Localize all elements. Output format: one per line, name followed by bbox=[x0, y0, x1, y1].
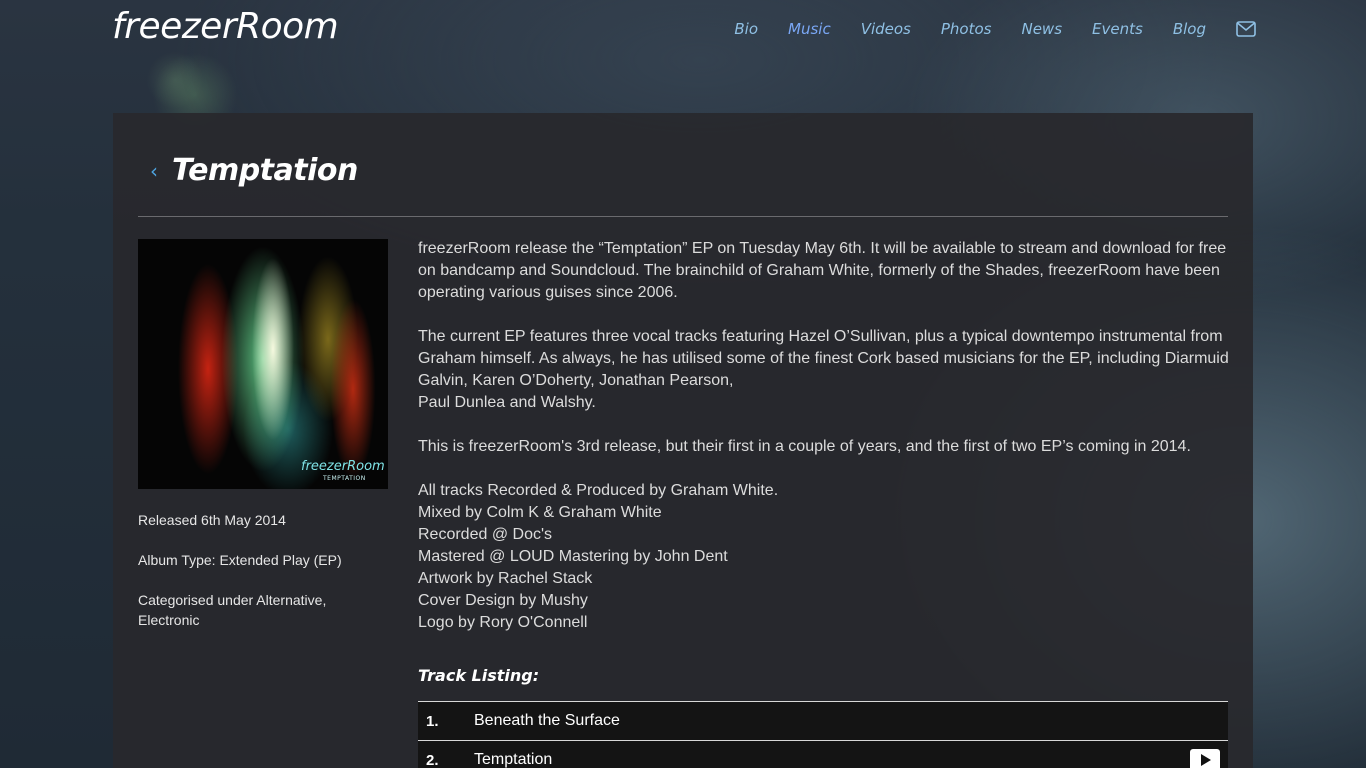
nav-videos[interactable]: Videos bbox=[861, 20, 911, 38]
credit-line: Mixed by Colm K & Graham White bbox=[418, 504, 662, 521]
nav-photos[interactable]: Photos bbox=[941, 20, 992, 38]
cover-subtitle: TEMPTATION bbox=[323, 475, 366, 482]
track-number: 2. bbox=[426, 751, 439, 768]
track-listing-heading: Track Listing: bbox=[418, 666, 540, 685]
page-title: Temptation bbox=[172, 153, 358, 188]
description-paragraph: freezerRoom release the “Temptation” EP … bbox=[418, 240, 1227, 301]
nav-music[interactable]: Music bbox=[788, 20, 831, 38]
description-line: The current EP features three vocal trac… bbox=[418, 328, 1229, 389]
nav-bio[interactable]: Bio bbox=[734, 20, 758, 38]
track-list: 1. Beneath the Surface 2. Temptation bbox=[418, 701, 1228, 768]
credit-line: Cover Design by Mushy bbox=[418, 592, 588, 609]
description-paragraph: This is freezerRoom's 3rd release, but t… bbox=[418, 438, 1191, 455]
credit-line: Recorded @ Doc's bbox=[418, 526, 553, 543]
play-icon[interactable] bbox=[1190, 749, 1220, 768]
credit-line: Logo by Rory O'Connell bbox=[418, 614, 588, 631]
album-type: Album Type: Extended Play (EP) bbox=[138, 552, 342, 568]
cover-artwork bbox=[138, 239, 388, 489]
description-paragraph: The current EP features three vocal trac… bbox=[418, 326, 1238, 414]
nav-blog[interactable]: Blog bbox=[1173, 20, 1206, 38]
site-logo[interactable]: freezerRoom bbox=[112, 6, 339, 47]
album-cover: freezerRoom TEMPTATION bbox=[138, 239, 388, 489]
track-name: Beneath the Surface bbox=[474, 712, 620, 729]
credit-line: All tracks Recorded & Produced by Graham… bbox=[418, 482, 779, 499]
page-header: ‹ Temptation bbox=[138, 153, 358, 188]
description-line: Paul Dunlea and Walshy. bbox=[418, 394, 596, 411]
content-panel: ‹ Temptation freezerRoom TEMPTATION Rele… bbox=[113, 113, 1253, 768]
album-description: freezerRoom release the “Temptation” EP … bbox=[418, 238, 1238, 634]
credit-line: Mastered @ LOUD Mastering by John Dent bbox=[418, 548, 728, 565]
track-row[interactable]: 1. Beneath the Surface bbox=[418, 702, 1228, 741]
main-nav: Bio Music Videos Photos News Events Blog bbox=[704, 20, 1256, 38]
chevron-left-icon[interactable]: ‹ bbox=[150, 159, 158, 183]
credit-line: Artwork by Rachel Stack bbox=[418, 570, 593, 587]
categories: Categorised under Alternative, Electroni… bbox=[138, 592, 327, 628]
track-row[interactable]: 2. Temptation bbox=[418, 741, 1228, 768]
track-name: Temptation bbox=[474, 751, 553, 768]
credits-list: All tracks Recorded & Produced by Graham… bbox=[418, 480, 1238, 634]
nav-news[interactable]: News bbox=[1021, 20, 1062, 38]
mail-icon[interactable] bbox=[1236, 21, 1256, 37]
track-number: 1. bbox=[426, 712, 439, 730]
release-date: Released 6th May 2014 bbox=[138, 512, 286, 528]
nav-events[interactable]: Events bbox=[1092, 20, 1143, 38]
cover-logo-text: freezerRoom bbox=[301, 459, 385, 474]
divider bbox=[138, 216, 1228, 217]
